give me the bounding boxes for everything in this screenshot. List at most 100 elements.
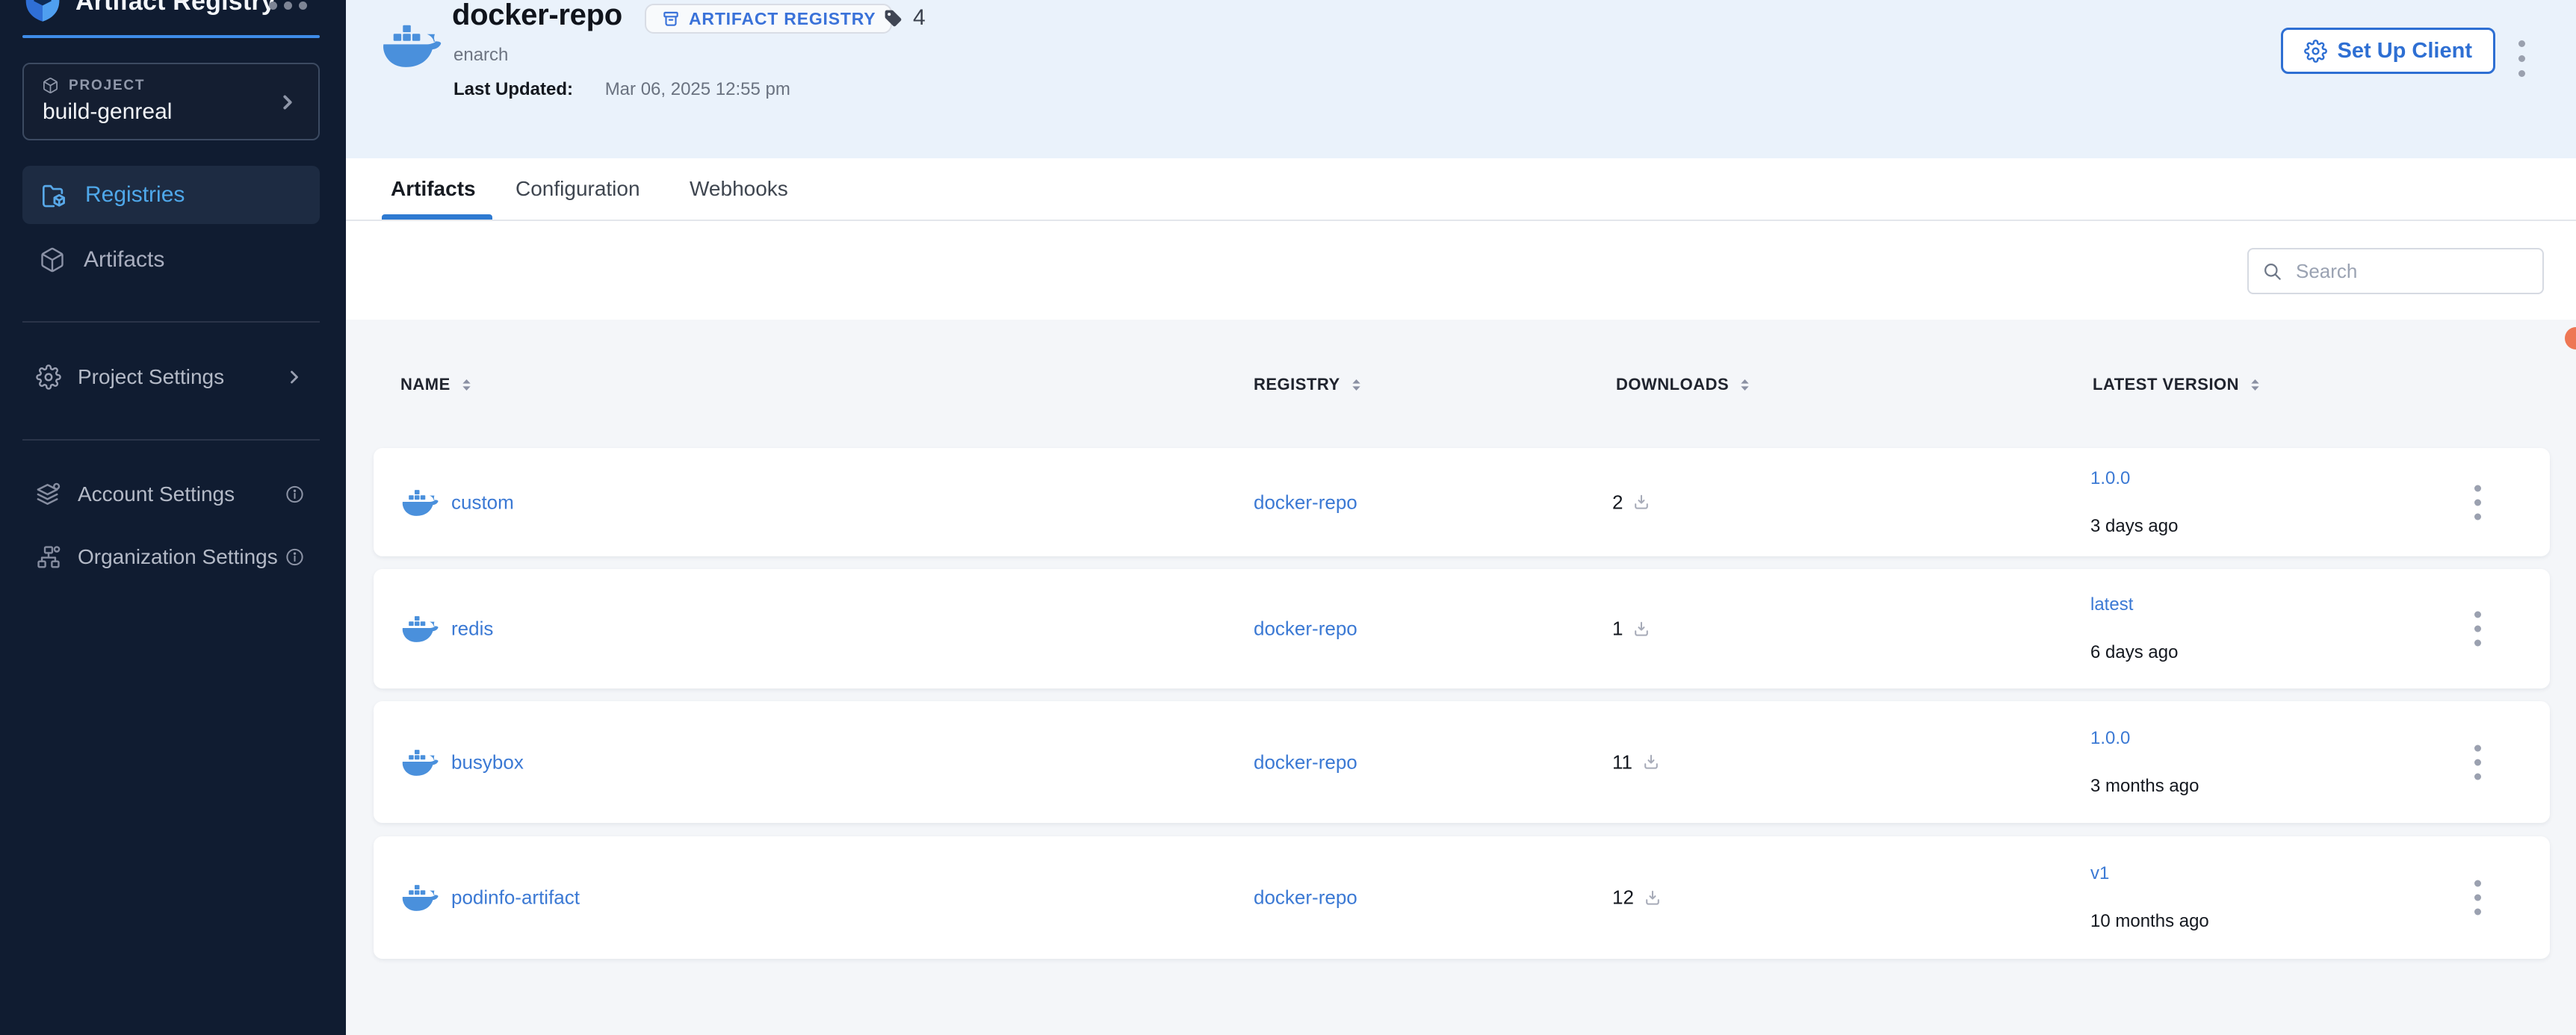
tag-count-value: 4 (913, 5, 926, 31)
latest-version-link[interactable]: 1.0.0 (2090, 468, 2178, 489)
docker-whale-icon (400, 486, 439, 518)
registry-header: docker-repo ARTIFACT REGISTRY 4 enarch (346, 0, 2576, 158)
registries-folder-icon (39, 181, 67, 209)
sidebar-item-registries[interactable]: Registries (22, 166, 320, 224)
tag-icon (882, 7, 904, 29)
registry-link[interactable]: docker-repo (1254, 491, 1357, 514)
search-icon (2262, 261, 2282, 282)
column-header-registry[interactable]: REGISTRY (1254, 375, 1362, 394)
table-row: busybox docker-repo 11 1.0.0 3 months ag… (374, 701, 2550, 823)
download-icon (1632, 619, 1651, 638)
tab-artifacts[interactable]: Artifacts (391, 158, 476, 220)
tab-configuration[interactable]: Configuration (515, 158, 640, 220)
sidebar-item-label: Registries (85, 182, 185, 208)
downloads-count: 2 (1612, 491, 1623, 514)
app-brand: Artifact Registry (22, 0, 276, 23)
sort-icon (1351, 378, 1362, 392)
table-row: custom docker-repo 2 1.0.0 3 days ago (374, 448, 2550, 556)
column-header-downloads[interactable]: DOWNLOADS (1616, 375, 1750, 394)
sidebar-accent-rule (22, 35, 320, 38)
sidebar-item-label: Organization Settings (78, 545, 278, 569)
registry-link[interactable]: docker-repo (1254, 618, 1357, 641)
version-updated: 3 months ago (2090, 776, 2199, 797)
sidebar-menu-ellipsis-icon[interactable] (269, 1, 307, 10)
set-up-client-button[interactable]: Set Up Client (2281, 28, 2495, 74)
artifact-name-link[interactable]: custom (451, 491, 514, 514)
gear-icon (36, 364, 61, 390)
column-header-name[interactable]: NAME (400, 375, 472, 394)
project-cube-icon (42, 77, 59, 94)
artifact-name-link[interactable]: busybox (451, 750, 524, 774)
tag-count: 4 (882, 5, 926, 31)
project-label: PROJECT (69, 78, 145, 94)
row-kebab-menu-icon[interactable] (2470, 740, 2486, 784)
table-row: podinfo-artifact docker-repo 12 v1 10 mo… (374, 836, 2550, 959)
docker-whale-icon (400, 882, 439, 914)
registry-type-badge-label: ARTIFACT REGISTRY (689, 9, 876, 29)
info-icon[interactable] (285, 547, 305, 568)
sort-icon (2250, 378, 2261, 392)
artifact-name-link[interactable]: redis (451, 618, 493, 641)
chevron-right-icon (284, 367, 305, 388)
download-icon (1641, 753, 1661, 772)
registry-owner: enarch (453, 45, 508, 66)
info-icon[interactable] (285, 485, 305, 505)
sidebar: Artifact Registry PROJECT build-genreal (0, 0, 346, 1035)
sidebar-item-label: Account Settings (78, 482, 235, 506)
row-kebab-menu-icon[interactable] (2470, 876, 2486, 920)
sidebar-item-artifacts[interactable]: Artifacts (22, 231, 320, 289)
sidebar-item-account-settings[interactable]: Account Settings (22, 468, 320, 520)
sidebar-item-organization-settings[interactable]: Organization Settings (22, 531, 320, 583)
search-input[interactable] (2294, 259, 2529, 284)
last-updated-label: Last Updated: (453, 79, 573, 99)
app-title: Artifact Registry (75, 0, 276, 16)
last-updated-value: Mar 06, 2025 12:55 pm (605, 79, 790, 99)
row-kebab-menu-icon[interactable] (2470, 607, 2486, 651)
downloads-count: 11 (1612, 750, 1632, 774)
toolbar (346, 221, 2576, 320)
download-icon (1632, 493, 1651, 512)
docker-whale-icon (379, 19, 442, 72)
sort-icon (461, 378, 472, 392)
downloads-count: 1 (1612, 618, 1623, 641)
project-selector[interactable]: PROJECT build-genreal (22, 63, 320, 140)
sidebar-item-label: Project Settings (78, 365, 224, 389)
column-header-latest-version[interactable]: LATEST VERSION (2093, 375, 2261, 394)
active-tab-underline (382, 214, 492, 220)
download-icon (1643, 888, 1662, 907)
docker-whale-icon (400, 746, 439, 778)
registry-type-badge: ARTIFACT REGISTRY (645, 4, 892, 34)
notification-dot[interactable] (2565, 327, 2576, 349)
registry-link[interactable]: docker-repo (1254, 750, 1357, 774)
sidebar-header: Artifact Registry (0, 0, 346, 37)
artifacts-cube-icon (39, 246, 66, 273)
search-box[interactable] (2247, 248, 2544, 294)
header-kebab-menu-icon[interactable] (2515, 37, 2528, 80)
archive-box-icon (661, 9, 681, 28)
gear-icon (2304, 40, 2327, 63)
version-updated: 10 months ago (2090, 911, 2209, 932)
project-name: build-genreal (43, 99, 172, 125)
last-updated: Last Updated: Mar 06, 2025 12:55 pm (453, 79, 790, 100)
org-chart-gear-icon (36, 544, 61, 570)
layers-gear-icon (36, 482, 61, 507)
registry-link[interactable]: docker-repo (1254, 886, 1357, 910)
tab-webhooks[interactable]: Webhooks (690, 158, 788, 220)
page-title: docker-repo (452, 0, 622, 32)
main-area: docker-repo ARTIFACT REGISTRY 4 enarch (346, 0, 2576, 1035)
tab-bar: Artifacts Configuration Webhooks (346, 158, 2576, 221)
downloads-count: 12 (1612, 886, 1634, 910)
latest-version-link[interactable]: 1.0.0 (2090, 728, 2199, 749)
version-updated: 3 days ago (2090, 516, 2178, 537)
sidebar-divider (22, 321, 320, 323)
latest-version-link[interactable]: latest (2090, 594, 2178, 615)
row-kebab-menu-icon[interactable] (2470, 480, 2486, 524)
artifact-name-link[interactable]: podinfo-artifact (451, 886, 580, 910)
set-up-client-label: Set Up Client (2338, 39, 2472, 63)
sidebar-item-project-settings[interactable]: Project Settings (22, 351, 320, 403)
table-row: redis docker-repo 1 latest 6 days ago (374, 569, 2550, 689)
artifact-list: NAME REGISTRY DOWNLOADS LATEST VERSION c… (346, 320, 2576, 1035)
latest-version-link[interactable]: v1 (2090, 863, 2209, 884)
project-chevron-right-icon (276, 91, 299, 114)
docker-whale-icon (400, 613, 439, 645)
